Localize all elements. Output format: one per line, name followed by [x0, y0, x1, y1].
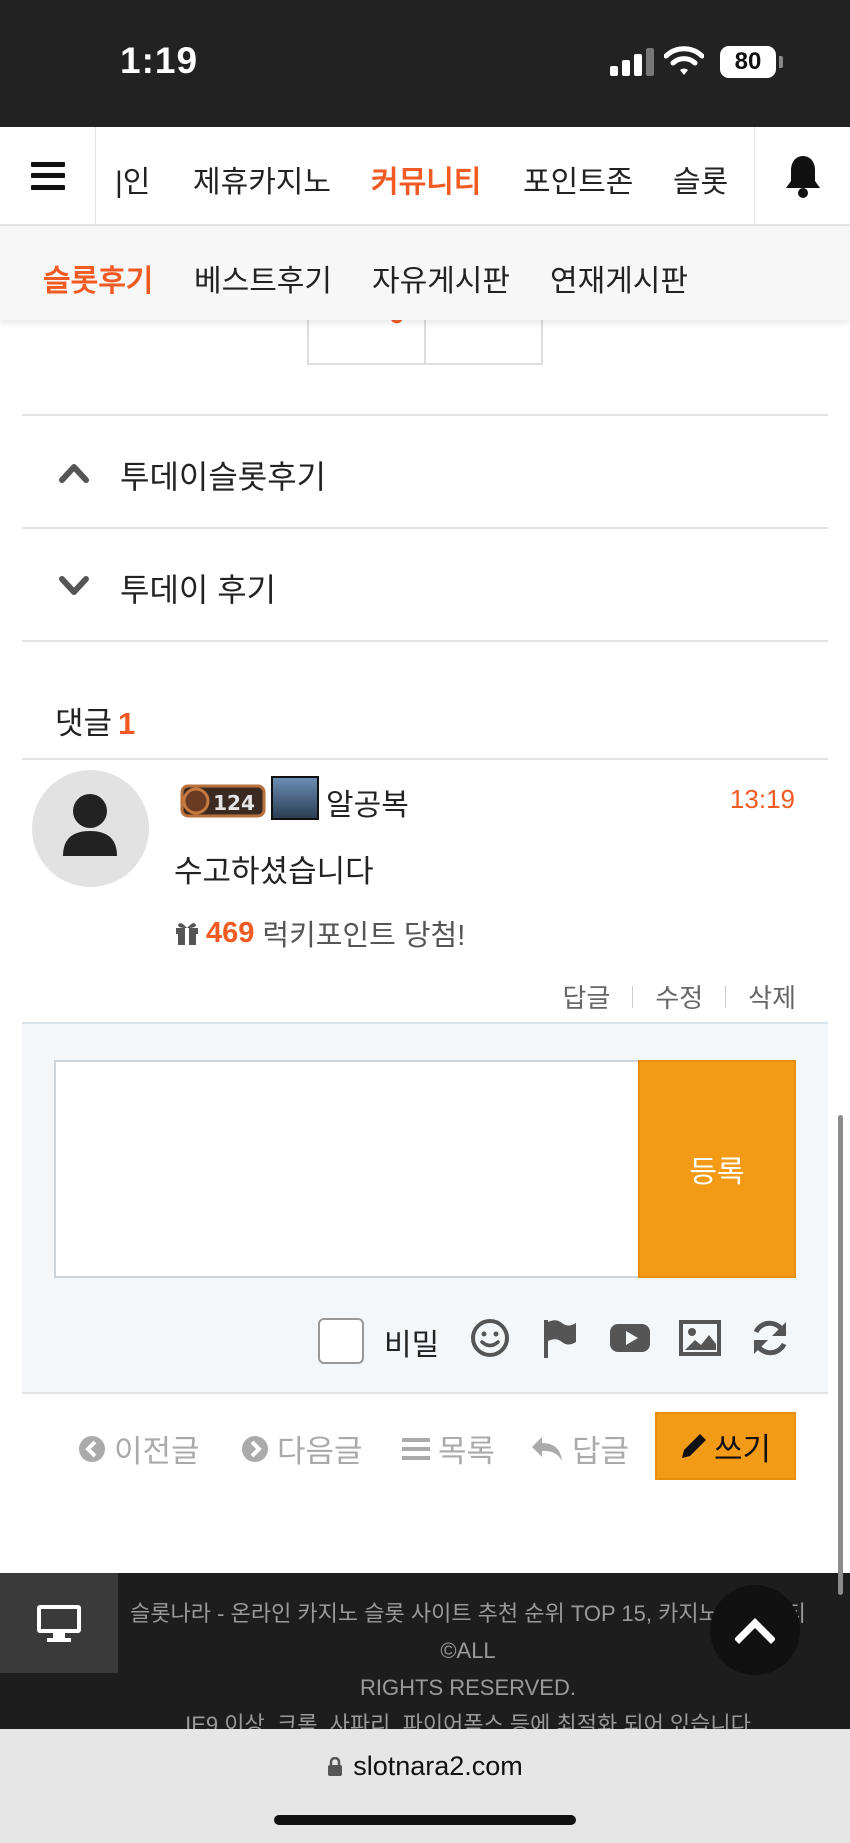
secret-label: 비밀 — [384, 1329, 440, 1362]
notification-button[interactable] — [754, 127, 850, 224]
sub-nav-slot-review[interactable]: 슬롯후기 — [43, 256, 153, 300]
bell-icon — [785, 155, 820, 198]
avatar — [32, 770, 149, 887]
user-icon — [63, 794, 117, 856]
image-icon[interactable] — [678, 1316, 722, 1360]
divider — [725, 985, 727, 1008]
reply-button[interactable]: 답글 — [530, 1426, 629, 1471]
reply-icon — [532, 1436, 562, 1461]
gift-icon — [176, 923, 198, 945]
write-post-button[interactable]: 쓰기 — [655, 1412, 796, 1480]
pc-version-button[interactable] — [0, 1573, 118, 1673]
lucky-point-text: 럭키포인트 당첨! — [262, 920, 466, 952]
comment-form: 등록 비밀 — [22, 1022, 828, 1394]
footer: 슬롯나라 - 온라인 카지노 슬롯 사이트 추천 순위 TOP 15, 카지노 … — [0, 1573, 850, 1737]
chevron-left-circle-icon — [79, 1435, 105, 1462]
secret-checkbox[interactable] — [318, 1318, 364, 1364]
nav-item-point-zone[interactable]: 포인트존 — [523, 157, 633, 201]
chevron-up-icon — [735, 1618, 775, 1644]
sub-nav-free-board[interactable]: 자유게시판 — [372, 256, 510, 300]
prev-post-title: 투데이슬롯후기 — [120, 459, 327, 495]
divider — [632, 985, 634, 1008]
url-text: slotnara2.com — [353, 1751, 523, 1781]
comments-header: 댓글 1 — [55, 698, 135, 743]
sub-nav-series-board[interactable]: 연재게시판 — [550, 256, 688, 300]
prev-post-label: 이전글 — [114, 1434, 200, 1469]
prev-post-button[interactable]: 이전글 — [78, 1426, 200, 1471]
main-nav-scroll[interactable]: |인 제휴카지노 커뮤니티 포인트존 슬롯 — [97, 127, 753, 224]
next-post-link[interactable]: 투데이 후기 — [22, 527, 828, 640]
main-nav: |인 제휴카지노 커뮤니티 포인트존 슬롯 — [0, 127, 850, 226]
write-label: 쓰기 — [713, 1431, 772, 1467]
home-indicator — [274, 1815, 576, 1825]
nav-item-partner-casino[interactable]: 제휴카지노 — [193, 157, 331, 201]
cellular-signal-icon — [610, 48, 654, 76]
flag-icon[interactable] — [538, 1316, 582, 1360]
wifi-icon — [664, 46, 704, 75]
reply-label: 답글 — [572, 1434, 630, 1469]
sub-nav-best-review[interactable]: 베스트후기 — [194, 256, 332, 300]
post-bottom-nav: 이전글 다음글 목록 답글 쓰기 — [0, 1410, 850, 1490]
nav-item-login[interactable]: |인 — [115, 157, 150, 201]
desktop-icon — [37, 1605, 81, 1642]
divider — [22, 640, 828, 642]
battery-indicator: 80 — [720, 46, 776, 78]
browser-url-bar[interactable]: slotnara2.com — [0, 1729, 850, 1843]
lock-icon — [328, 1756, 343, 1776]
scrollbar[interactable] — [838, 1115, 843, 1595]
next-post-button[interactable]: 다음글 — [241, 1426, 363, 1471]
scroll-top-button[interactable] — [710, 1585, 800, 1675]
status-bar: 1:19 80 — [0, 0, 850, 127]
edit-comment-button[interactable]: 수정 — [655, 978, 703, 1015]
level-badge: 124 — [180, 784, 266, 818]
list-icon — [402, 1437, 430, 1460]
next-post-title: 투데이 후기 — [120, 572, 277, 608]
divider — [22, 758, 828, 760]
smile-icon[interactable] — [468, 1316, 512, 1360]
chevron-right-circle-icon — [242, 1435, 268, 1462]
prev-post-link[interactable]: 투데이슬롯후기 — [22, 414, 828, 527]
next-post-label: 다음글 — [277, 1434, 363, 1469]
nav-item-community[interactable]: 커뮤니티 — [371, 157, 481, 201]
lucky-point-value: 469 — [206, 916, 255, 949]
status-time: 1:19 — [120, 40, 199, 81]
comment-textarea[interactable] — [54, 1060, 638, 1278]
url-display[interactable]: slotnara2.com — [0, 1751, 850, 1782]
comment-submit-button[interactable]: 등록 — [638, 1060, 796, 1278]
comment-time: 13:19 — [729, 784, 795, 814]
list-label: 목록 — [438, 1434, 496, 1469]
list-button[interactable]: 목록 — [402, 1426, 495, 1471]
lucky-point-notice: 469 럭키포인트 당첨! — [174, 912, 465, 954]
comments-label: 댓글 — [55, 706, 113, 741]
comment-body: 수고하셨습니다 — [174, 854, 374, 889]
footer-line-2: RIGHTS RESERVED. — [360, 1675, 576, 1700]
comment-actions: 답글 수정 삭제 — [562, 978, 796, 1015]
chevron-up-icon — [59, 464, 89, 483]
battery-tip — [779, 56, 783, 68]
hamburger-menu-button[interactable] — [0, 127, 96, 224]
youtube-icon[interactable] — [608, 1316, 652, 1360]
sub-nav: 슬롯후기 베스트후기 자유게시판 연재게시판 — [0, 226, 850, 320]
delete-comment-button[interactable]: 삭제 — [748, 978, 796, 1015]
level-number: 124 — [213, 791, 255, 815]
nav-item-slot[interactable]: 슬롯 — [673, 157, 728, 201]
pencil-icon — [681, 1434, 706, 1458]
comment-author[interactable]: 알공복 — [326, 780, 409, 824]
reply-comment-button[interactable]: 답글 — [562, 978, 610, 1015]
hamburger-icon — [30, 161, 65, 190]
comments-count: 1 — [118, 706, 136, 741]
chevron-down-icon — [59, 576, 89, 595]
refresh-icon[interactable] — [748, 1316, 792, 1360]
rank-icon — [271, 776, 319, 820]
